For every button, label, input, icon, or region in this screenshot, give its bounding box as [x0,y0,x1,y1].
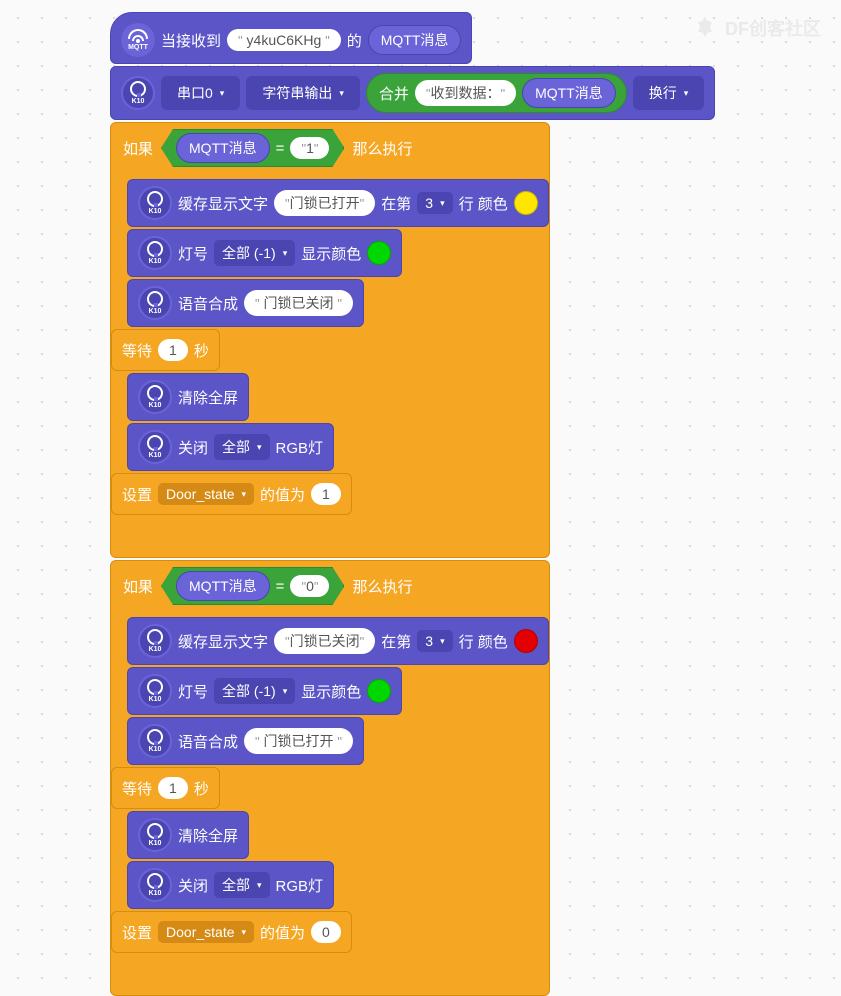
wait-block[interactable]: 等待 1 秒 [111,329,220,371]
variable-value-input[interactable]: 0 [311,921,341,943]
wait-value-input[interactable]: 1 [158,339,188,361]
concat-reporter[interactable]: 合并 "收到数据：" MQTT消息 [366,73,627,113]
serial-print-block[interactable]: K10 串口0▾ 字符串输出▾ 合并 "收到数据：" MQTT消息 换行▾ [110,66,715,120]
concat-text-input[interactable]: "收到数据：" [415,80,516,106]
mqtt-message-pill[interactable]: MQTT消息 [368,25,462,55]
mqtt-receive-hat[interactable]: MQTT 当接收到 " y4kuC6KHg " 的 MQTT消息 [110,12,472,64]
wait-value-input[interactable]: 1 [158,777,188,799]
mqtt-message-pill[interactable]: MQTT消息 [176,133,270,163]
clear-screen-block[interactable]: K10 清除全屏 [127,811,249,859]
set-variable-block[interactable]: 设置 Door_state▾ 的值为 0 [111,911,352,953]
hat-prefix: 当接收到 [161,30,221,51]
cache-text-block[interactable]: K10 缓存显示文字 "门锁已打开" 在第 3▾ 行 颜色 [127,179,549,227]
led-color-block[interactable]: K10 灯号 全部 (-1)▾ 显示颜色 [127,229,402,277]
tts-text-input[interactable]: " 门锁已关闭 " [244,290,353,316]
led-target-dropdown[interactable]: 全部 (-1)▾ [214,678,295,704]
if-label: 如果 [123,576,153,597]
mqtt-message-pill[interactable]: MQTT消息 [176,571,270,601]
wait-block[interactable]: 等待 1 秒 [111,767,220,809]
k10-icon: K10 [138,380,172,414]
k10-icon: K10 [138,868,172,902]
line-dropdown[interactable]: 3▾ [417,630,452,652]
variable-dropdown[interactable]: Door_state▾ [158,921,254,943]
led-color-block[interactable]: K10 灯号 全部 (-1)▾ 显示颜色 [127,667,402,715]
newline-dropdown[interactable]: 换行▾ [641,80,697,106]
k10-icon: K10 [121,76,155,110]
if-label: 如果 [123,138,153,159]
serial-port-dropdown[interactable]: 串口0▾ [169,80,232,106]
condition-eq[interactable]: MQTT消息 = "1" [161,129,344,167]
line-dropdown[interactable]: 3▾ [417,192,452,214]
serial-mode-dropdown[interactable]: 字符串输出▾ [254,80,352,106]
condition-eq[interactable]: MQTT消息 = "0" [161,567,344,605]
mqtt-icon: MQTT [121,23,155,57]
cache-text-block[interactable]: K10 缓存显示文字 "门锁已关闭" 在第 3▾ 行 颜色 [127,617,549,665]
compare-value-input[interactable]: "0" [290,575,329,597]
text-input[interactable]: "门锁已打开" [274,190,375,216]
k10-icon: K10 [138,186,172,220]
rgb-target-dropdown[interactable]: 全部▾ [214,872,270,898]
text-input[interactable]: "门锁已关闭" [274,628,375,654]
variable-value-input[interactable]: 1 [311,483,341,505]
k10-icon: K10 [138,236,172,270]
rgb-off-block[interactable]: K10 关闭 全部▾ RGB灯 [127,423,334,471]
then-label: 那么执行 [352,576,412,597]
color-picker[interactable] [367,679,391,703]
if-block-2[interactable]: 如果 MQTT消息 = "0" 那么执行 K10 缓存显示文字 "门锁已关闭" … [110,560,550,996]
if-block-1[interactable]: 如果 MQTT消息 = "1" 那么执行 K10 缓存显示文字 "门锁已打开" … [110,122,550,558]
variable-dropdown[interactable]: Door_state▾ [158,483,254,505]
tts-text-input[interactable]: " 门锁已打开 " [244,728,353,754]
k10-icon: K10 [138,286,172,320]
color-picker[interactable] [514,629,538,653]
tts-block[interactable]: K10 语音合成 " 门锁已关闭 " [127,279,364,327]
logo-icon [691,14,719,42]
k10-icon: K10 [138,724,172,758]
k10-icon: K10 [138,674,172,708]
set-variable-block[interactable]: 设置 Door_state▾ 的值为 1 [111,473,352,515]
then-label: 那么执行 [352,138,412,159]
rgb-target-dropdown[interactable]: 全部▾ [214,434,270,460]
clear-screen-block[interactable]: K10 清除全屏 [127,373,249,421]
tts-block[interactable]: K10 语音合成 " 门锁已打开 " [127,717,364,765]
k10-icon: K10 [138,818,172,852]
watermark: DF创客社区 [691,14,821,42]
block-stack: MQTT 当接收到 " y4kuC6KHg " 的 MQTT消息 K10 串口0… [110,10,841,996]
mqtt-message-pill[interactable]: MQTT消息 [522,78,616,108]
color-picker[interactable] [514,191,538,215]
k10-icon: K10 [138,430,172,464]
topic-input[interactable]: " y4kuC6KHg " [227,29,341,51]
led-target-dropdown[interactable]: 全部 (-1)▾ [214,240,295,266]
hat-mid: 的 [347,30,362,51]
compare-value-input[interactable]: "1" [290,137,329,159]
color-picker[interactable] [367,241,391,265]
k10-icon: K10 [138,624,172,658]
rgb-off-block[interactable]: K10 关闭 全部▾ RGB灯 [127,861,334,909]
